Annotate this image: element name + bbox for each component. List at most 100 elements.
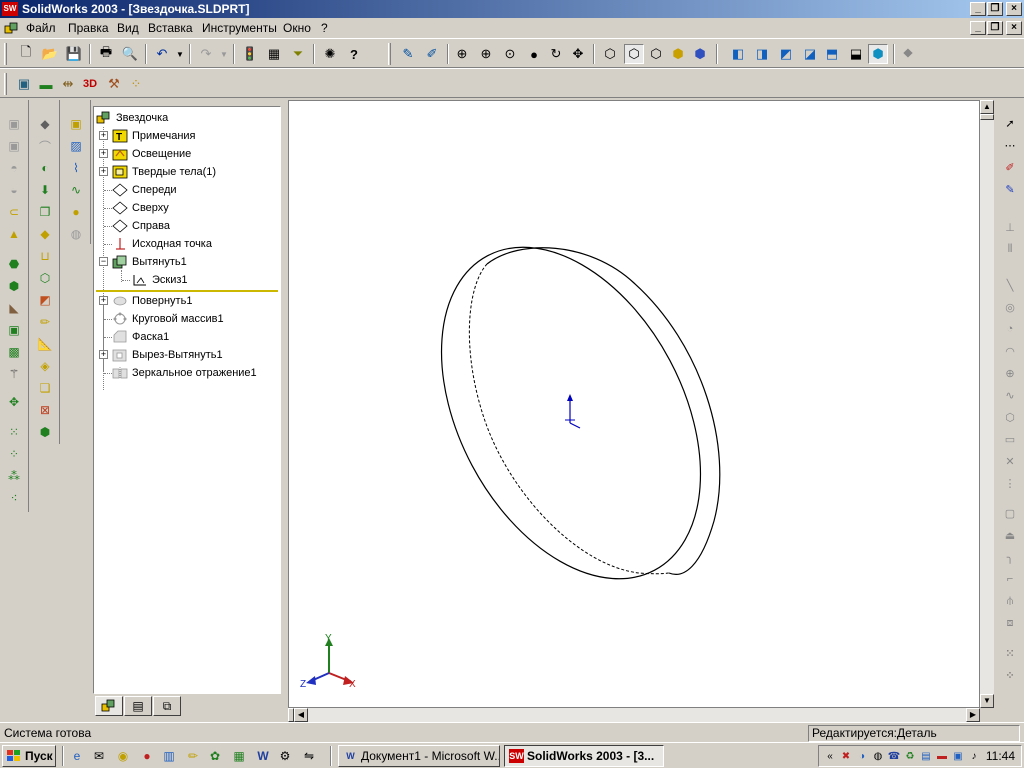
- select-arrow-icon[interactable]: ➚: [1000, 114, 1020, 132]
- tree-item[interactable]: Исходная точка: [112, 235, 212, 253]
- zoom-selection-icon[interactable]: ●: [524, 44, 544, 64]
- minimize-button[interactable]: _: [970, 2, 986, 16]
- circle-icon[interactable]: ◎: [1000, 298, 1020, 316]
- tree-item[interactable]: T Примечания: [112, 127, 196, 145]
- chamfer-tool-icon[interactable]: ⬡: [35, 268, 55, 288]
- fill-icon[interactable]: ◐: [35, 158, 55, 178]
- sketch-tool-icon[interactable]: ▣: [4, 136, 24, 156]
- view-bottom-icon[interactable]: ⬓: [846, 44, 866, 64]
- doc-close-button[interactable]: ×: [1006, 21, 1022, 35]
- close-button[interactable]: ×: [1006, 2, 1022, 16]
- zoom-area-icon[interactable]: ⊕: [476, 44, 496, 64]
- spline-icon[interactable]: ∿: [66, 180, 86, 200]
- menu-help[interactable]: ?: [321, 21, 328, 35]
- view-right-icon[interactable]: ◪: [800, 44, 820, 64]
- redo-icon[interactable]: ↷: [196, 44, 216, 64]
- tree-item[interactable]: Эскиз1: [132, 271, 188, 289]
- spline-tool-icon[interactable]: ∿: [1000, 386, 1020, 404]
- print-icon[interactable]: 🖶: [96, 44, 116, 64]
- point-circle-icon[interactable]: ⊕: [1000, 364, 1020, 382]
- vertical-scrollbar[interactable]: ▲ ▼: [980, 100, 994, 708]
- tree-item[interactable]: Спереди: [112, 181, 177, 199]
- doc-minimize-button[interactable]: _: [970, 21, 986, 35]
- tray-app-icon[interactable]: ✖: [839, 749, 853, 763]
- menu-tools[interactable]: Инструменты: [202, 21, 277, 35]
- save-icon[interactable]: 💾: [64, 44, 84, 64]
- grid-icon[interactable]: ⋯: [1000, 136, 1020, 154]
- pattern-icon[interactable]: ⁂: [4, 466, 24, 486]
- pattern-icon[interactable]: ⁘: [4, 444, 24, 464]
- control-panel-icon[interactable]: ⚙: [276, 747, 294, 765]
- part-insert-icon[interactable]: ▬: [36, 74, 56, 94]
- centerline-icon[interactable]: ⋮: [1000, 474, 1020, 492]
- pattern-icon[interactable]: ⁖: [4, 488, 24, 508]
- tray-app-icon[interactable]: ◑: [855, 749, 869, 763]
- normal-to-icon[interactable]: ⯁: [898, 44, 918, 64]
- dimension-icon[interactable]: ⊥: [1000, 218, 1020, 236]
- shape-icon[interactable]: ◒: [4, 180, 24, 200]
- arc-icon[interactable]: ◔: [1000, 320, 1020, 338]
- zoom-fit-icon[interactable]: ⊕: [452, 44, 472, 64]
- linear-pattern-icon[interactable]: ⁙: [1000, 644, 1020, 662]
- view-front-icon[interactable]: ◧: [728, 44, 748, 64]
- tree-item[interactable]: Твердые тела(1): [112, 163, 216, 181]
- 3d-view-icon[interactable]: 3D: [80, 74, 100, 94]
- zoom-in-out-icon[interactable]: ⊙: [500, 44, 520, 64]
- help-question-icon[interactable]: ?: [344, 44, 364, 64]
- tray-volume-icon[interactable]: ◍: [871, 749, 885, 763]
- pencil-icon[interactable]: ✏: [35, 312, 55, 332]
- bracket-icon[interactable]: ⊔: [35, 246, 55, 266]
- hidden-lines-removed-icon[interactable]: ⬡: [646, 44, 666, 64]
- components-icon[interactable]: ⁘: [126, 74, 146, 94]
- paint-icon[interactable]: ✿: [206, 747, 224, 765]
- diamond-icon[interactable]: ◈: [35, 356, 55, 376]
- browser-icon[interactable]: ◉: [114, 747, 132, 765]
- copy-icon[interactable]: ❐: [35, 202, 55, 222]
- ruler-icon[interactable]: 📐: [35, 334, 55, 354]
- horizontal-scrollbar[interactable]: ◀ ▶: [288, 708, 980, 722]
- tree-item[interactable]: Зеркальное отражение1: [112, 364, 257, 382]
- tree-expand-toggle[interactable]: −: [99, 257, 108, 266]
- tray-app-icon[interactable]: ♻: [903, 749, 917, 763]
- ie-icon[interactable]: e: [68, 747, 86, 765]
- point-icon[interactable]: ✕: [1000, 452, 1020, 470]
- task-solidworks[interactable]: SW SolidWorks 2003 - [3...: [504, 745, 664, 767]
- circular-pattern-sketch-icon[interactable]: ⁘: [1000, 666, 1020, 684]
- move-component-icon[interactable]: ⇹: [58, 74, 78, 94]
- delete-face-icon[interactable]: ⊠: [35, 400, 55, 420]
- stack-icon[interactable]: ❏: [35, 378, 55, 398]
- tree-item[interactable]: Справа: [112, 217, 170, 235]
- diamond-icon[interactable]: ◆: [35, 224, 55, 244]
- media-icon[interactable]: ●: [138, 747, 156, 765]
- tree-item[interactable]: Сверху: [112, 199, 169, 217]
- tray-expand-icon[interactable]: «: [823, 749, 837, 763]
- arrow-down-icon[interactable]: ⬇: [35, 180, 55, 200]
- tree-expand-toggle[interactable]: +: [99, 149, 108, 158]
- arch-icon[interactable]: ⌒: [35, 136, 55, 156]
- options-grid-icon[interactable]: ▦: [264, 44, 284, 64]
- wireframe-icon[interactable]: ⬡: [600, 44, 620, 64]
- cube-icon[interactable]: ⬢: [35, 422, 55, 442]
- undo-dropdown-icon[interactable]: ▼: [170, 44, 190, 64]
- line-icon[interactable]: ╲: [1000, 276, 1020, 294]
- tree-item[interactable]: Освещение: [112, 145, 191, 163]
- graphics-area[interactable]: Y X Z: [288, 100, 980, 708]
- move-icon[interactable]: ✥: [4, 392, 24, 412]
- curve-icon[interactable]: ⌇: [66, 158, 86, 178]
- tree-item[interactable]: Повернуть1: [112, 292, 192, 310]
- rotate-view-icon[interactable]: ↻: [546, 44, 566, 64]
- select-tool-icon[interactable]: ✐: [422, 44, 442, 64]
- pan-icon[interactable]: ✥: [568, 44, 588, 64]
- network-icon[interactable]: ⇋: [300, 747, 318, 765]
- tree-item[interactable]: Вырез-Вытянуть1: [112, 346, 223, 364]
- word-icon[interactable]: W: [254, 747, 272, 765]
- undo-icon[interactable]: ↶: [152, 44, 172, 64]
- view-isometric-icon[interactable]: ⬢: [868, 44, 888, 64]
- task-word-document[interactable]: W Документ1 - Microsoft W...: [338, 745, 500, 767]
- new-file-icon[interactable]: 🗋: [16, 44, 36, 64]
- pattern-icon[interactable]: ⁙: [4, 422, 24, 442]
- tree-item[interactable]: Фаска1: [112, 328, 169, 346]
- hammer-icon[interactable]: ⚒: [104, 74, 124, 94]
- sphere-icon[interactable]: ●: [66, 202, 86, 222]
- rib-icon[interactable]: ⚚: [4, 364, 24, 384]
